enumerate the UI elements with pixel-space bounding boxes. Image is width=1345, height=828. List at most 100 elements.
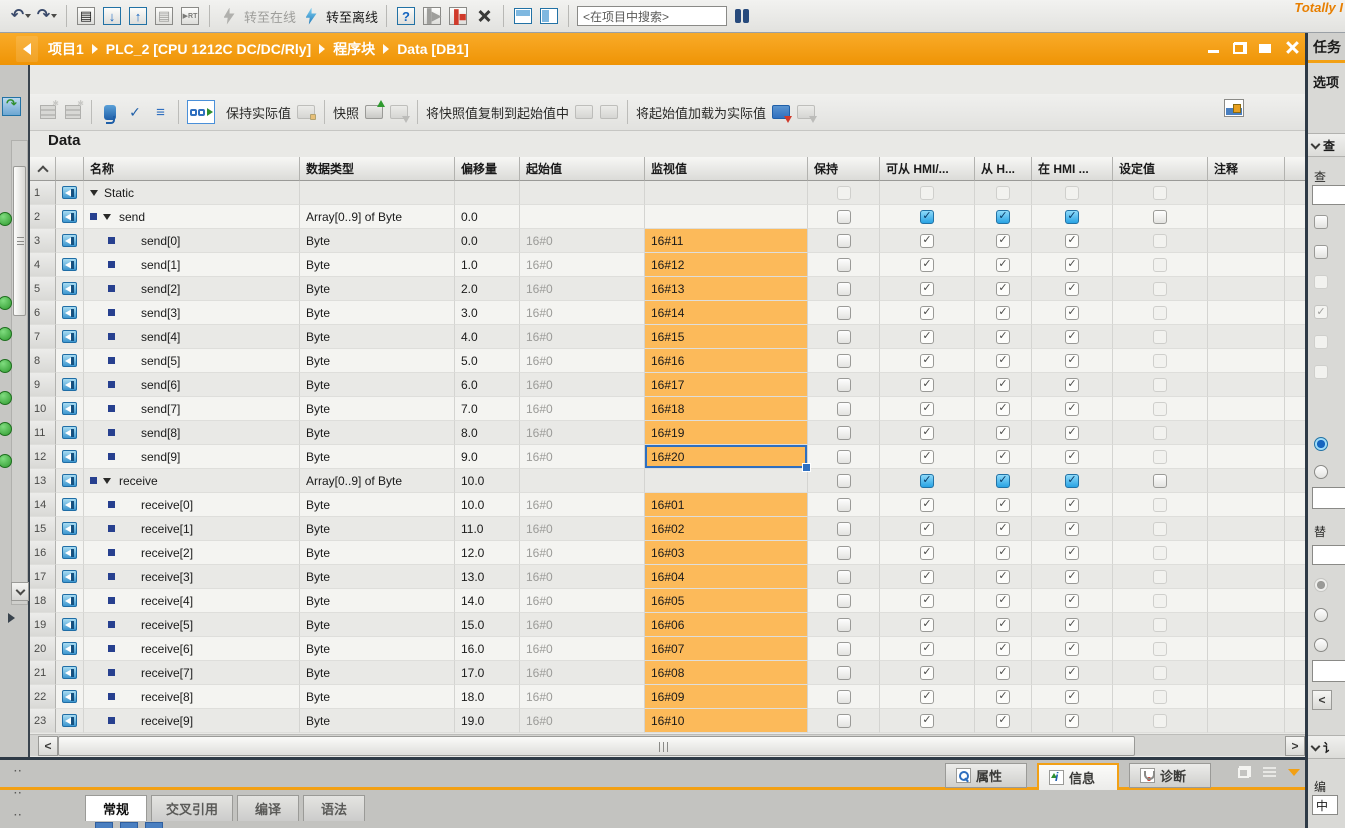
checkbox-hmi-visible[interactable] (1032, 349, 1113, 373)
checkbox-hmi-writable-box[interactable] (996, 522, 1010, 536)
checkbox-hmi-writable[interactable] (975, 445, 1032, 469)
checkbox-hmi-visible-box[interactable] (1065, 570, 1079, 584)
language-select[interactable]: 中 (1312, 795, 1338, 815)
checkbox-hmi-visible-box[interactable] (1065, 258, 1079, 272)
expand-triangle-icon[interactable] (103, 478, 111, 484)
checkbox-hmi-writable[interactable] (975, 517, 1032, 541)
checkbox-hmi-visible[interactable] (1032, 637, 1113, 661)
checkbox-setpoint-box[interactable] (1153, 210, 1167, 224)
cell-comment[interactable] (1208, 205, 1285, 229)
cell-name[interactable]: receive (84, 469, 300, 493)
checkbox-hmi-visible[interactable] (1032, 277, 1113, 301)
checkbox-setpoint[interactable] (1113, 469, 1208, 493)
checkbox-hmi-writable-box[interactable] (996, 474, 1010, 488)
checkbox-hmi-writable[interactable] (975, 661, 1032, 685)
expand-triangle-icon[interactable] (90, 190, 98, 196)
checkbox-keep-box[interactable] (837, 426, 851, 440)
undo-button[interactable]: ↶ (10, 5, 32, 27)
checkbox-keep[interactable] (808, 637, 880, 661)
cell-name[interactable]: receive[4] (84, 589, 300, 613)
cell-name[interactable]: receive[2] (84, 541, 300, 565)
checkbox-hmi-accessible[interactable] (880, 589, 975, 613)
checkbox-hmi-visible[interactable] (1032, 493, 1113, 517)
go-online-label[interactable]: 转至在线 (244, 7, 296, 26)
cell-name[interactable]: send[7] (84, 397, 300, 421)
cell-monitor-value[interactable]: 16#04 (645, 565, 808, 589)
checkbox-keep[interactable] (808, 373, 880, 397)
find-input[interactable] (1312, 185, 1345, 205)
cell-data-type[interactable]: Byte (300, 517, 455, 541)
cell-monitor-value[interactable]: 16#18 (645, 397, 808, 421)
checkbox-setpoint[interactable] (1113, 205, 1208, 229)
checkbox-hmi-writable[interactable] (975, 421, 1032, 445)
checkbox-hmi-accessible[interactable] (880, 349, 975, 373)
checkbox-hmi-writable[interactable] (975, 469, 1032, 493)
cell-start-value[interactable] (520, 181, 645, 205)
cell-comment[interactable] (1208, 661, 1285, 685)
checkbox-hmi-accessible[interactable] (880, 253, 975, 277)
replace-whole-radio[interactable] (1314, 578, 1328, 592)
checkbox-hmi-visible-box[interactable] (1065, 522, 1079, 536)
find-option-checkbox[interactable] (1314, 215, 1328, 229)
checkbox-hmi-visible[interactable] (1032, 661, 1113, 685)
breadcrumb-item[interactable]: 项目1 (48, 39, 84, 59)
cell-comment[interactable] (1208, 709, 1285, 733)
checkbox-keep-box[interactable] (837, 354, 851, 368)
breadcrumb-item[interactable]: 程序块 (333, 39, 375, 59)
checkbox-hmi-visible[interactable] (1032, 541, 1113, 565)
checkbox-hmi-accessible[interactable] (880, 229, 975, 253)
load-start-setpoints-button[interactable] (796, 102, 816, 122)
keep-values-lock-button[interactable] (296, 102, 316, 122)
checkbox-hmi-accessible[interactable] (880, 541, 975, 565)
cell-start-value[interactable]: 16#0 (520, 229, 645, 253)
checkbox-keep-box[interactable] (837, 570, 851, 584)
checkbox-keep-box[interactable] (837, 330, 851, 344)
go-online-button[interactable] (218, 5, 240, 27)
tab-compile[interactable]: 编译 (237, 795, 299, 821)
upload-from-device-button[interactable]: ↑ (127, 5, 149, 27)
copy-snapshot-setpoints-button[interactable] (599, 102, 619, 122)
float-button[interactable] (1233, 42, 1247, 54)
checkbox-hmi-visible-box[interactable] (1065, 714, 1079, 728)
checkbox-hmi-visible[interactable] (1032, 205, 1113, 229)
cell-name[interactable]: send[6] (84, 373, 300, 397)
checkbox-keep-box[interactable] (837, 210, 851, 224)
cell-data-type[interactable]: Byte (300, 397, 455, 421)
cell-comment[interactable] (1208, 253, 1285, 277)
replace-from-radio[interactable] (1314, 608, 1328, 622)
checkbox-hmi-visible[interactable] (1032, 445, 1113, 469)
find-next-button[interactable] (1312, 487, 1345, 509)
checkbox-setpoint-box[interactable] (1153, 474, 1167, 488)
checkbox-hmi-accessible-box[interactable] (920, 210, 934, 224)
checkbox-hmi-visible-box[interactable] (1065, 330, 1079, 344)
cell-name[interactable]: send[0] (84, 229, 300, 253)
cell-name[interactable]: send[1] (84, 253, 300, 277)
checkbox-keep[interactable] (808, 205, 880, 229)
cell-comment[interactable] (1208, 589, 1285, 613)
cell-start-value[interactable]: 16#0 (520, 661, 645, 685)
cell-monitor-value[interactable]: 16#12 (645, 253, 808, 277)
checkbox-keep-box[interactable] (837, 666, 851, 680)
tab-syntax[interactable]: 语法 (303, 795, 365, 821)
checkbox-hmi-writable-box[interactable] (996, 330, 1010, 344)
checkbox-hmi-accessible[interactable] (880, 421, 975, 445)
cell-name[interactable]: send[5] (84, 349, 300, 373)
checkbox-hmi-visible[interactable] (1032, 325, 1113, 349)
cell-comment[interactable] (1208, 397, 1285, 421)
checkbox-hmi-visible-box[interactable] (1065, 690, 1079, 704)
panel-list-icon[interactable] (1263, 767, 1276, 777)
checkbox-hmi-visible-box[interactable] (1065, 666, 1079, 680)
cell-data-type[interactable]: Byte (300, 349, 455, 373)
checkbox-keep[interactable] (808, 493, 880, 517)
cell-monitor-value[interactable]: 16#20 (645, 445, 808, 469)
checkbox-hmi-writable[interactable] (975, 613, 1032, 637)
expand-triangle-icon[interactable] (103, 214, 111, 220)
start-cpu-button[interactable]: ▐▶ (421, 5, 443, 27)
checkbox-hmi-visible-box[interactable] (1065, 378, 1079, 392)
cell-start-value[interactable] (520, 469, 645, 493)
checkbox-hmi-writable-box[interactable] (996, 642, 1010, 656)
checkbox-keep[interactable] (808, 709, 880, 733)
cell-comment[interactable] (1208, 325, 1285, 349)
split-vertical-button[interactable] (538, 5, 560, 27)
cell-start-value[interactable]: 16#0 (520, 349, 645, 373)
